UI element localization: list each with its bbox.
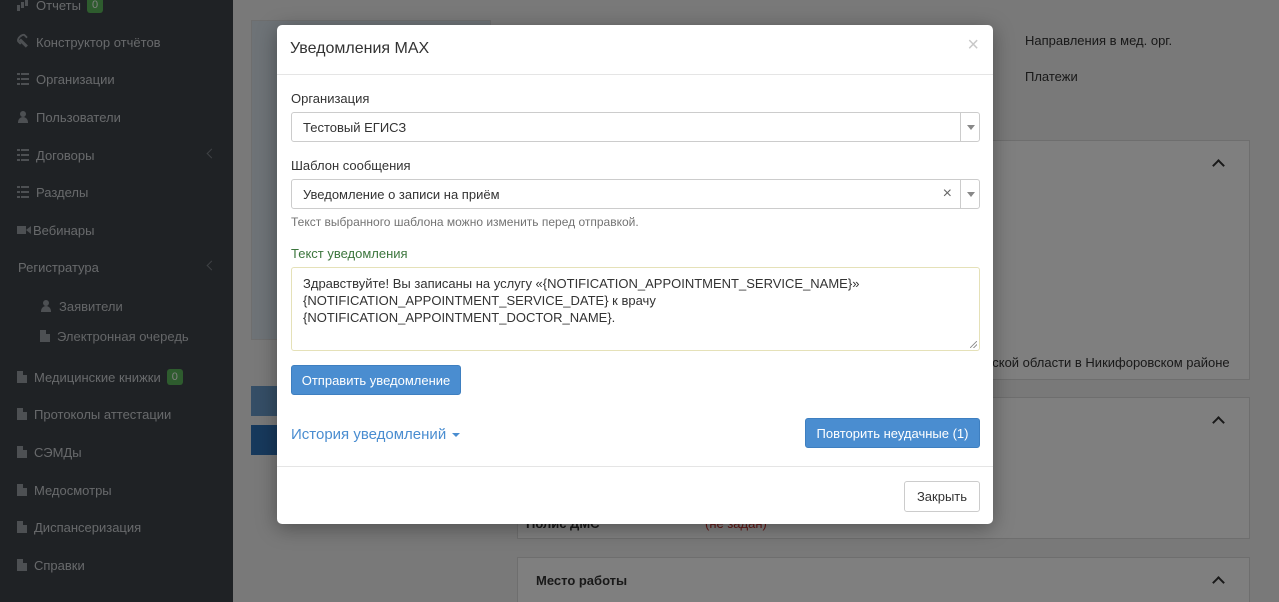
template-help-text: Текст выбранного шаблона можно изменить … xyxy=(291,215,639,229)
dropdown-arrow-icon[interactable] xyxy=(960,113,979,141)
resize-handle-icon[interactable] xyxy=(970,341,977,348)
retry-failed-button[interactable]: Повторить неудачные (1) xyxy=(805,418,980,448)
caret-down-icon xyxy=(452,432,461,437)
template-label: Шаблон сообщения xyxy=(291,158,411,173)
send-notification-button[interactable]: Отправить уведомление xyxy=(291,365,461,395)
dropdown-arrow-icon[interactable] xyxy=(960,180,979,208)
notifications-modal: Уведомления MAX × Организация Тестовый Е… xyxy=(277,25,993,524)
notification-text-input[interactable]: Здравствуйте! Вы записаны на услугу «{NO… xyxy=(291,267,980,351)
modal-title: Уведомления MAX xyxy=(290,40,430,57)
template-value: Уведомление о записи на приём xyxy=(303,187,500,202)
close-icon[interactable]: × xyxy=(967,34,979,57)
modal-footer: Закрыть xyxy=(277,466,993,524)
notification-text-value: Здравствуйте! Вы записаны на услугу «{NO… xyxy=(303,276,860,325)
organization-label: Организация xyxy=(291,91,370,106)
organization-select[interactable]: Тестовый ЕГИСЗ xyxy=(291,112,980,142)
clear-icon[interactable]: × xyxy=(943,186,952,202)
organization-value: Тестовый ЕГИСЗ xyxy=(303,120,407,135)
notification-text-label: Текст уведомления xyxy=(291,246,408,261)
history-toggle[interactable]: История уведомлений xyxy=(291,426,461,443)
modal-header: Уведомления MAX × xyxy=(277,25,993,75)
template-select[interactable]: Уведомление о записи на приём × xyxy=(291,179,980,209)
history-link-label: История уведомлений xyxy=(291,426,447,443)
close-button[interactable]: Закрыть xyxy=(904,481,980,512)
